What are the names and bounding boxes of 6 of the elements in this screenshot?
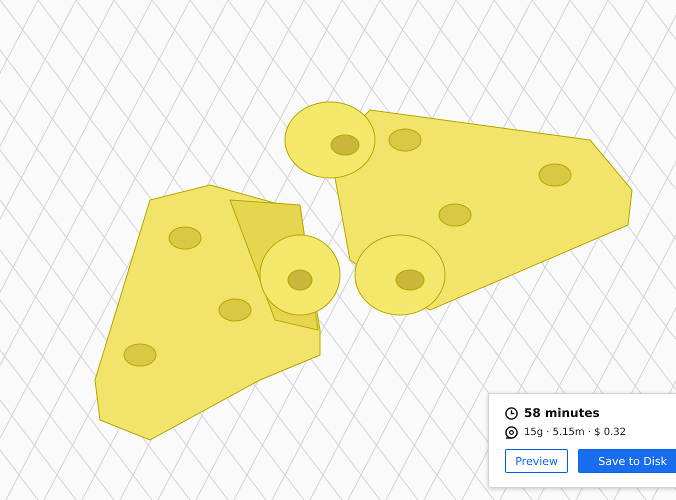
- spool-icon: [505, 426, 518, 439]
- material-estimate: 15g · 5.15m · $ 0.32: [524, 427, 626, 438]
- clock-icon: [505, 406, 518, 420]
- save-button[interactable]: Save to Disk: [578, 449, 676, 473]
- preview-button[interactable]: Preview: [505, 449, 568, 473]
- print-time: 58 minutes: [524, 406, 600, 420]
